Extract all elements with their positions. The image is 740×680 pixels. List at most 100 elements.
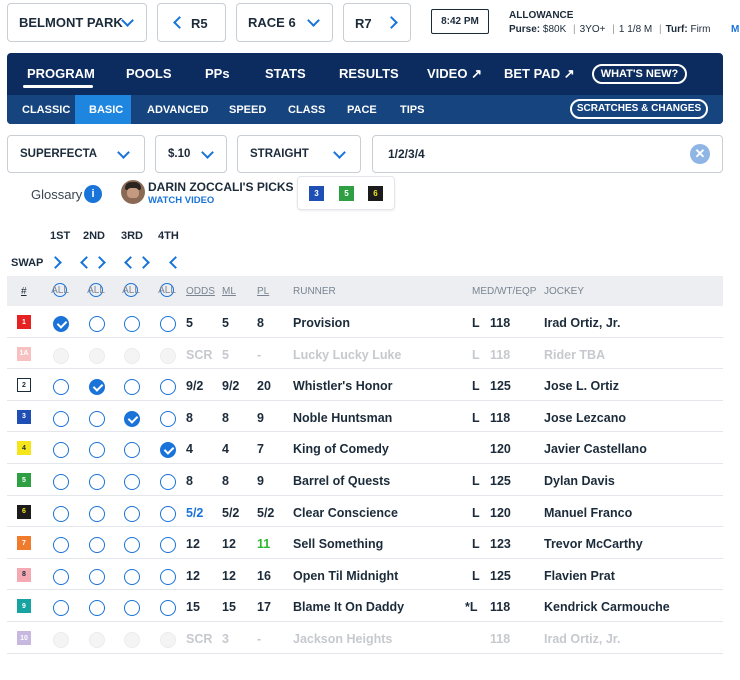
- all-2nd-button[interactable]: ALL: [87, 283, 105, 297]
- select-position-radio[interactable]: [89, 316, 105, 332]
- select-position-radio[interactable]: [53, 537, 69, 554]
- select-position-radio[interactable]: [160, 410, 176, 427]
- select-position-radio[interactable]: [53, 379, 69, 396]
- select-position-radio: [160, 347, 176, 364]
- select-position-radio[interactable]: [160, 316, 176, 332]
- info-icon[interactable]: i: [84, 185, 102, 203]
- select-position-radio[interactable]: [124, 600, 140, 617]
- header-runner: RUNNER: [293, 286, 336, 297]
- select-position-radio[interactable]: [124, 442, 140, 459]
- subtab-basic[interactable]: BASIC: [89, 104, 123, 116]
- tab-pools[interactable]: POOLS: [126, 66, 172, 81]
- swap-left-icon[interactable]: [169, 256, 182, 269]
- runner-name: Jackson Heights: [293, 632, 393, 646]
- bet-selection-field[interactable]: 1/2/3/4 ✕: [372, 135, 723, 173]
- pl: 16: [257, 568, 271, 583]
- select-position-radio[interactable]: [89, 442, 105, 459]
- all-4th-button[interactable]: ALL: [158, 283, 176, 297]
- swap-left-icon[interactable]: [124, 256, 137, 269]
- pl: 8: [257, 316, 264, 330]
- select-position-radio[interactable]: [89, 474, 105, 490]
- select-position-radio[interactable]: [160, 537, 176, 554]
- bet-type-select[interactable]: SUPERFECTA: [7, 135, 145, 173]
- tab-video[interactable]: VIDEO ↗: [427, 66, 482, 82]
- select-position-radio[interactable]: [89, 600, 105, 617]
- medication: L: [472, 537, 480, 552]
- pl: 7: [257, 442, 264, 457]
- select-position-radio[interactable]: [89, 568, 105, 585]
- subtab-tips[interactable]: TIPS: [400, 104, 424, 116]
- select-position-radio[interactable]: [89, 505, 105, 522]
- tab-stats[interactable]: STATS: [265, 66, 306, 81]
- swap-left-icon[interactable]: [80, 256, 93, 269]
- ml: 8: [222, 410, 229, 425]
- tab-results[interactable]: RESULTS: [339, 66, 399, 81]
- subtab-class[interactable]: CLASS: [288, 104, 325, 116]
- picks-title: DARIN ZOCCALI'S PICKS: [148, 180, 294, 194]
- external-link-icon: ↗: [563, 66, 575, 81]
- select-position-radio[interactable]: [124, 410, 140, 427]
- whats-new-button[interactable]: WHAT'S NEW?: [592, 64, 687, 84]
- subtab-speed[interactable]: SPEED: [229, 104, 266, 116]
- select-position-radio[interactable]: [89, 410, 105, 427]
- bet-amount-select[interactable]: $.10: [155, 135, 227, 173]
- scratches-changes-button[interactable]: SCRATCHES & CHANGES: [570, 99, 708, 119]
- pl: 17: [257, 600, 271, 615]
- select-position-radio[interactable]: [124, 537, 140, 554]
- next-race-button[interactable]: R7: [343, 3, 411, 42]
- pl: 5/2: [257, 505, 275, 520]
- select-position-radio[interactable]: [160, 379, 176, 396]
- select-position-radio[interactable]: [53, 474, 69, 490]
- select-position-radio[interactable]: [89, 537, 105, 554]
- header-ml[interactable]: ML: [222, 286, 236, 297]
- select-position-radio[interactable]: [124, 505, 140, 522]
- select-position-radio[interactable]: [53, 600, 69, 617]
- odds: 8: [186, 474, 193, 488]
- swap-right-icon[interactable]: [49, 256, 62, 269]
- select-position-radio[interactable]: [89, 379, 105, 396]
- weight: 118: [490, 316, 511, 330]
- glossary-label[interactable]: Glossary: [31, 187, 82, 202]
- medication: *L: [465, 600, 478, 615]
- watch-video-link[interactable]: WATCH VIDEO: [148, 195, 214, 206]
- select-position-radio[interactable]: [160, 442, 176, 459]
- weight: 118: [490, 410, 511, 425]
- all-1st-button[interactable]: ALL: [51, 283, 69, 297]
- select-position-radio[interactable]: [124, 379, 140, 396]
- clear-icon[interactable]: ✕: [690, 144, 710, 164]
- select-position-radio[interactable]: [124, 568, 140, 585]
- weight: 125: [490, 379, 511, 394]
- select-position-radio[interactable]: [160, 505, 176, 522]
- tab-program[interactable]: PROGRAM: [27, 66, 95, 81]
- race-select[interactable]: RACE 6: [236, 3, 333, 42]
- subtab-classic[interactable]: CLASSIC: [22, 104, 70, 116]
- bet-mode-select[interactable]: STRAIGHT: [237, 135, 361, 173]
- select-position-radio[interactable]: [160, 568, 176, 585]
- swap-right-icon[interactable]: [137, 256, 150, 269]
- select-position-radio[interactable]: [53, 568, 69, 585]
- pl: 9: [257, 410, 264, 425]
- select-position-radio[interactable]: [53, 410, 69, 427]
- swap-right-icon[interactable]: [93, 256, 106, 269]
- tab-pps[interactable]: PPs: [205, 66, 230, 81]
- subtab-pace[interactable]: PACE: [347, 104, 377, 116]
- select-position-radio[interactable]: [124, 316, 140, 332]
- header-odds[interactable]: ODDS: [186, 286, 215, 297]
- tab-bet-pad[interactable]: BET PAD ↗: [504, 66, 575, 82]
- select-position-radio[interactable]: [53, 442, 69, 459]
- subtab-advanced[interactable]: ADVANCED: [147, 104, 209, 116]
- odds: SCR: [186, 347, 213, 362]
- select-position-radio[interactable]: [53, 316, 69, 332]
- select-position-radio[interactable]: [160, 600, 176, 617]
- header-pl[interactable]: PL: [257, 286, 269, 297]
- select-position-radio[interactable]: [160, 474, 176, 490]
- select-position-radio[interactable]: [124, 474, 140, 490]
- all-3rd-button[interactable]: ALL: [122, 283, 140, 297]
- pl: 20: [257, 379, 271, 394]
- runner-name: Whistler's Honor: [293, 379, 393, 394]
- weight: 118: [490, 632, 511, 646]
- jockey-name: Jose Lezcano: [544, 410, 626, 425]
- prev-race-button[interactable]: R5: [157, 3, 226, 42]
- track-select[interactable]: BELMONT PARK: [7, 3, 147, 42]
- select-position-radio[interactable]: [53, 505, 69, 522]
